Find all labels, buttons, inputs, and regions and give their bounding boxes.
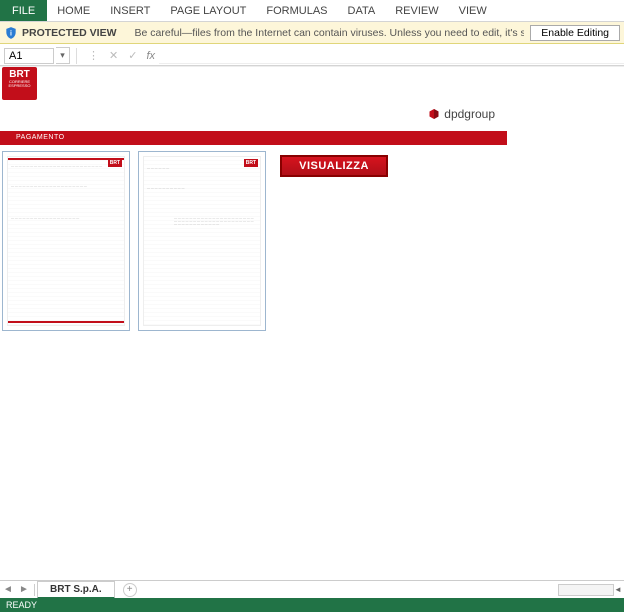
fx-label[interactable]: fx	[146, 50, 155, 62]
section-stripe: PAGAMENTO	[0, 131, 507, 145]
formula-bar: A1 ▾ ⋮ ✕ ✓ fx	[0, 44, 624, 66]
protected-view-message: Be careful—files from the Internet can c…	[135, 27, 525, 39]
enable-editing-button[interactable]: Enable Editing	[530, 25, 620, 41]
confirm-icon[interactable]: ✓	[128, 49, 137, 62]
thumb-brt-logo: BRT	[244, 159, 258, 167]
visualizza-button[interactable]: VISUALIZZA	[280, 155, 388, 177]
sheet-nav-prev[interactable]: ◄	[0, 584, 16, 595]
protected-view-bar: i PROTECTED VIEW Be careful—files from t…	[0, 22, 624, 44]
tab-insert[interactable]: INSERT	[100, 0, 160, 21]
name-box-dropdown[interactable]: ▾	[56, 47, 70, 64]
more-icon[interactable]: ⋮	[88, 49, 99, 62]
horizontal-scrollbar[interactable]	[558, 584, 614, 596]
formula-input[interactable]	[159, 48, 624, 64]
tab-review[interactable]: REVIEW	[385, 0, 448, 21]
sheet-tab-bar: ◄ ► BRT S.p.A. + ◄	[0, 580, 624, 598]
status-bar: READY	[0, 598, 624, 612]
dpd-group-logo: dpdgroup	[428, 107, 495, 121]
scroll-left-icon[interactable]: ◄	[614, 585, 622, 594]
sheet-tab-active[interactable]: BRT S.p.A.	[37, 581, 115, 599]
dpd-group-label: dpdgroup	[444, 107, 495, 121]
separator	[34, 584, 35, 596]
brt-logo: BRT CORRIERE ESPRESSO	[2, 67, 37, 100]
tab-view[interactable]: VIEW	[449, 0, 497, 21]
name-box[interactable]: A1	[4, 48, 54, 64]
shield-icon: i	[4, 26, 18, 40]
protected-view-title: PROTECTED VIEW	[22, 27, 117, 39]
brt-logo-sub: CORRIERE ESPRESSO	[2, 80, 37, 88]
brand-banner: BRT CORRIERE ESPRESSO dpdgroup	[0, 67, 507, 131]
file-tab[interactable]: FILE	[0, 0, 47, 21]
tab-home[interactable]: HOME	[47, 0, 100, 21]
cancel-icon[interactable]: ✕	[109, 49, 118, 62]
svg-text:i: i	[10, 30, 12, 37]
status-text: READY	[6, 600, 37, 610]
thumbnail-content: BRT — — — — — — — — — — — — — — — — — — …	[7, 156, 125, 326]
tab-page-layout[interactable]: PAGE LAYOUT	[160, 0, 256, 21]
add-sheet-button[interactable]: +	[123, 583, 137, 597]
tab-formulas[interactable]: FORMULAS	[256, 0, 337, 21]
document-thumbnail-2[interactable]: BRT — — — — — — — — — — — — — — — — — — …	[138, 151, 266, 331]
tab-data[interactable]: DATA	[338, 0, 386, 21]
sheet-nav-next[interactable]: ►	[16, 584, 32, 595]
thumbnail-content: BRT — — — — — — — — — — — — — — — — — — …	[143, 156, 261, 326]
documents-row: BRT — — — — — — — — — — — — — — — — — — …	[0, 145, 624, 337]
ribbon-tabs: FILE HOME INSERT PAGE LAYOUT FORMULAS DA…	[0, 0, 624, 22]
separator	[76, 48, 77, 64]
cube-icon	[428, 108, 440, 120]
worksheet-area[interactable]: BRT CORRIERE ESPRESSO dpdgroup PAGAMENTO…	[0, 66, 624, 580]
document-thumbnail-1[interactable]: BRT — — — — — — — — — — — — — — — — — — …	[2, 151, 130, 331]
